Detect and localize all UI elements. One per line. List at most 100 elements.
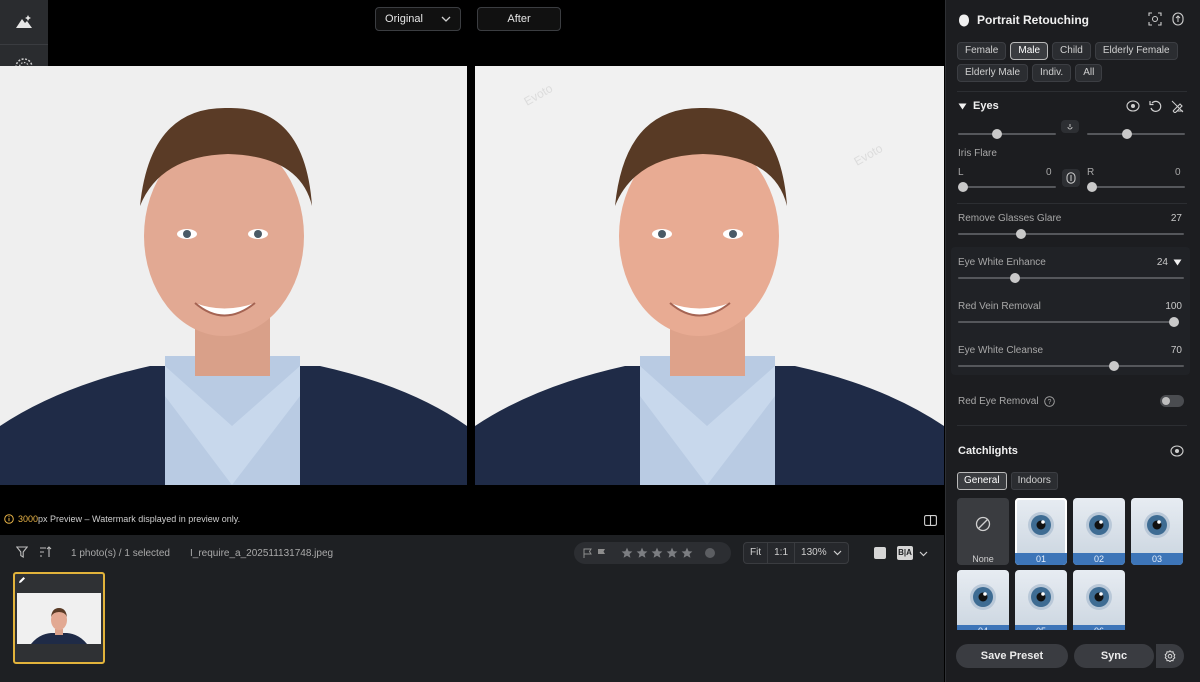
star-icon[interactable]	[636, 547, 648, 559]
iris-flare-left-letter: L	[958, 167, 964, 178]
catchlights-section-header[interactable]: Catchlights	[958, 445, 1018, 457]
view-mode-dropdown[interactable]	[919, 549, 928, 560]
photo-thumbnail[interactable]	[13, 572, 105, 664]
sync-arrows-icon[interactable]	[1172, 12, 1184, 26]
eye-link-button[interactable]	[1061, 120, 1079, 133]
star-rating[interactable]	[621, 547, 693, 559]
catchlight-preset-04[interactable]: 04	[957, 570, 1009, 630]
color-label-dot[interactable]	[705, 548, 715, 558]
sync-settings-button[interactable]	[1156, 644, 1184, 668]
preview-text: px Preview – Watermark displayed in prev…	[38, 514, 241, 524]
zoom-fit-button[interactable]: Fit	[744, 543, 769, 563]
red-vein-slider[interactable]	[958, 321, 1179, 323]
eye-slider-right-knob[interactable]	[1122, 129, 1132, 139]
catchlight-preset-label: 05	[1015, 625, 1067, 630]
original-dropdown[interactable]: Original	[375, 7, 461, 31]
star-icon[interactable]	[621, 547, 633, 559]
eye-ball-icon	[970, 584, 996, 610]
eye-slider-left-knob[interactable]	[992, 129, 1002, 139]
zoom-1to1-button[interactable]: 1:1	[768, 543, 796, 563]
preset-chip-elderly-male[interactable]: Elderly Male	[957, 64, 1029, 82]
chevron-down-icon	[919, 551, 928, 557]
before-after-view-button[interactable]: B|A	[897, 546, 913, 560]
reject-flag-icon[interactable]	[596, 548, 607, 559]
preset-chip-all[interactable]: All	[1075, 64, 1103, 82]
svg-text:?: ?	[1047, 399, 1051, 406]
catchlight-tab-indoors[interactable]: Indoors	[1010, 472, 1058, 490]
catchlight-preset-none[interactable]: None	[957, 498, 1009, 565]
catchlight-tabs: General Indoors	[957, 472, 1058, 490]
eye-slider-left-track[interactable]	[958, 133, 1056, 135]
iris-link-button[interactable]	[1062, 169, 1080, 187]
star-icon[interactable]	[681, 547, 693, 559]
after-label: After	[507, 13, 531, 25]
filmstrip-toolbar: 1 photo(s) / 1 selected I_require_a_2025…	[0, 535, 944, 571]
iris-flare-right-value: 0	[1175, 167, 1181, 178]
filter-button[interactable]	[15, 546, 29, 561]
catchlight-presets: None 01 02 03 04 05 06	[957, 498, 1185, 630]
eye-icon[interactable]	[1126, 100, 1140, 112]
catchlights-title: Catchlights	[958, 445, 1018, 457]
catchlight-preset-02[interactable]: 02	[1073, 498, 1125, 565]
preset-chip-indiv[interactable]: Indiv.	[1032, 64, 1072, 82]
preview-note: 3000px Preview – Watermark displayed in …	[4, 514, 240, 524]
eye-ball-icon	[1028, 512, 1054, 538]
star-icon[interactable]	[651, 547, 663, 559]
retouch-tool-button[interactable]	[0, 0, 48, 45]
single-view-button[interactable]	[874, 547, 886, 559]
catchlight-preset-03[interactable]: 03	[1131, 498, 1183, 565]
iris-flare-left-track[interactable]	[958, 186, 1056, 188]
after-photo[interactable]: Evoto Evoto	[475, 66, 944, 485]
face-detect-icon[interactable]	[1148, 12, 1162, 26]
iris-flare-left-knob[interactable]	[958, 182, 968, 192]
filter-icon	[15, 546, 29, 558]
iris-flare-right-knob[interactable]	[1087, 182, 1097, 192]
split-view-button[interactable]	[924, 513, 937, 531]
iris-flare-right-track[interactable]	[1087, 186, 1185, 188]
zoom-percent-dropdown[interactable]: 130%	[795, 543, 848, 563]
preset-chip-elderly-female[interactable]: Elderly Female	[1094, 42, 1178, 60]
catchlight-tab-general[interactable]: General	[957, 472, 1007, 490]
glasses-glare-slider[interactable]	[958, 233, 1184, 235]
sync-button[interactable]: Sync	[1074, 644, 1154, 668]
eye-icon[interactable]	[1170, 445, 1184, 457]
book-split-icon	[924, 515, 937, 526]
catchlights-actions	[1170, 445, 1184, 457]
flag-icon[interactable]	[582, 548, 593, 559]
preset-chip-male[interactable]: Male	[1010, 42, 1049, 60]
reset-icon[interactable]	[1149, 100, 1162, 113]
catchlight-preset-05[interactable]: 05	[1015, 570, 1067, 630]
portrait-after-image: Evoto Evoto	[475, 66, 944, 485]
red-vein-slider-knob[interactable]	[1169, 317, 1179, 327]
catchlight-preset-01[interactable]: 01	[1015, 498, 1067, 565]
triangle-down-icon[interactable]	[1173, 259, 1182, 266]
rating-bar	[574, 542, 731, 564]
save-preset-button[interactable]: Save Preset	[956, 644, 1068, 668]
eye-white-enhance-slider-knob[interactable]	[1009, 273, 1020, 283]
red-vein-label: Red Vein Removal	[958, 301, 1041, 312]
eye-white-cleanse-slider[interactable]	[958, 365, 1184, 367]
glasses-glare-value: 27	[1170, 213, 1182, 224]
eye-ball-icon	[1086, 512, 1112, 538]
chevron-down-icon	[833, 550, 842, 556]
catchlight-preset-06[interactable]: 06	[1073, 570, 1125, 630]
help-icon[interactable]: ?	[1043, 396, 1055, 407]
eyes-section-header[interactable]: Eyes	[958, 100, 999, 112]
triangle-down-icon	[958, 103, 967, 109]
sort-button[interactable]	[39, 546, 52, 561]
face-icon	[959, 14, 969, 26]
before-photo[interactable]	[0, 66, 467, 485]
preset-chip-child[interactable]: Child	[1052, 42, 1091, 60]
eye-slider-right-track[interactable]	[1087, 133, 1185, 135]
file-name: I_require_a_202511131748.jpeg	[190, 548, 334, 559]
eraser-icon[interactable]	[1171, 100, 1184, 113]
iris-flare-right-letter: R	[1087, 167, 1095, 178]
after-button[interactable]: After	[477, 7, 561, 31]
eye-white-enhance-value: 24	[1156, 257, 1168, 268]
none-icon	[975, 516, 991, 532]
eye-white-enhance-slider[interactable]	[958, 277, 1184, 279]
red-eye-toggle[interactable]	[1160, 395, 1184, 407]
star-icon[interactable]	[666, 547, 678, 559]
preset-chip-female[interactable]: Female	[957, 42, 1007, 60]
edited-pencil-icon	[19, 577, 25, 583]
